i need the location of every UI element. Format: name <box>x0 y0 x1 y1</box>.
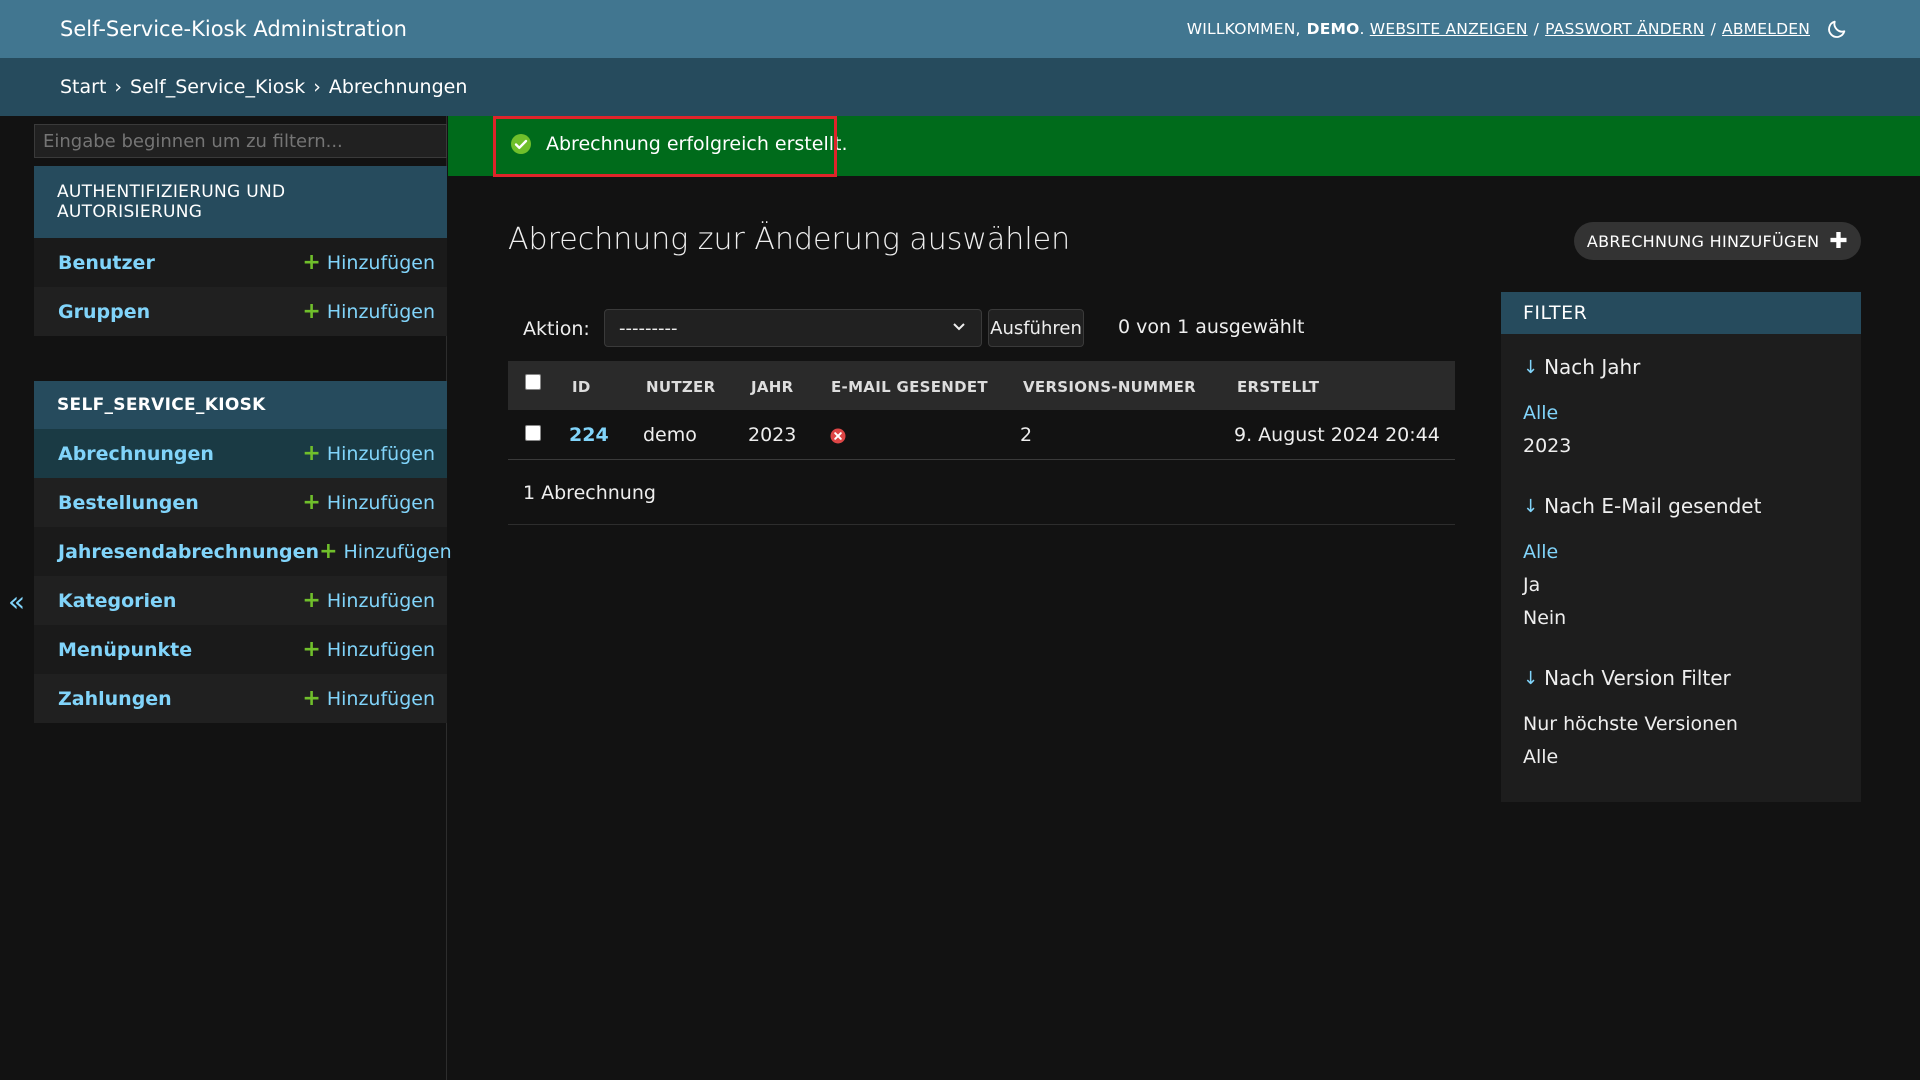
filter-choice-jahr-alle[interactable]: Alle <box>1523 402 1558 424</box>
sidebar-item-gruppen: Gruppen + Hinzufügen <box>34 287 447 336</box>
row-id-link[interactable]: 224 <box>569 424 609 446</box>
sidebar-item-abrechnungen: Abrechnungen + Hinzufügen <box>34 429 447 478</box>
module-caption-kiosk[interactable]: SELF_SERVICE_KIOSK <box>34 381 447 429</box>
column-header-jahr[interactable]: JAHR <box>751 378 794 396</box>
welcome-text: Willkommen, <box>1186 20 1301 38</box>
filter-title: FILTER <box>1501 292 1861 334</box>
sidebar-item-menuepunkte: Menüpunkte + Hinzufügen <box>34 625 447 674</box>
sidebar-filter-input[interactable] <box>34 124 447 158</box>
column-header-version[interactable]: VERSIONS-NUMMER <box>1023 378 1196 396</box>
select-all-checkbox[interactable] <box>525 374 541 390</box>
plus-icon: + <box>302 685 321 711</box>
sidebar-item-label[interactable]: Kategorien <box>58 590 176 612</box>
action-bar: Aktion: --------- Ausführen 0 von 1 ausg… <box>508 290 1455 360</box>
action-select[interactable]: --------- <box>604 309 982 347</box>
row-checkbox[interactable] <box>525 425 541 441</box>
message-highlight-box <box>493 116 837 177</box>
breadcrumb-app[interactable]: Self_Service_Kiosk <box>130 76 305 98</box>
plus-icon: + <box>302 298 321 324</box>
arrow-down-icon: ↓ <box>1523 495 1539 517</box>
sidebar-item-benutzer: Benutzer + Hinzufügen <box>34 238 447 287</box>
arrow-down-icon: ↓ <box>1523 356 1539 378</box>
sidebar-collapse-icon[interactable]: « <box>8 585 25 618</box>
breadcrumb-separator: › <box>114 76 123 98</box>
plus-icon: + <box>302 587 321 613</box>
sidebar-item-label[interactable]: Bestellungen <box>58 492 199 514</box>
sidebar-add-link[interactable]: + Hinzufügen <box>302 685 435 711</box>
sidebar-add-link[interactable]: + Hinzufügen <box>302 489 435 515</box>
plus-icon: ✚ <box>1829 228 1849 254</box>
sidebar-item-zahlungen: Zahlungen + Hinzufügen <box>34 674 447 723</box>
moon-icon[interactable] <box>1826 18 1848 40</box>
row-jahr: 2023 <box>748 424 797 446</box>
filter-choice-version-alle[interactable]: Alle <box>1523 746 1558 768</box>
sidebar-item-kategorien: Kategorien + Hinzufügen <box>34 576 447 625</box>
filter-heading-jahr[interactable]: ↓ Nach Jahr <box>1523 355 1640 379</box>
sidebar: AUTHENTIFIZIERUNG UND AUTORISIERUNG Benu… <box>34 116 452 1080</box>
chevron-down-icon <box>951 318 967 339</box>
filter-choice-jahr-2023[interactable]: 2023 <box>1523 435 1571 457</box>
row-version: 2 <box>1020 424 1033 446</box>
sidebar-item-bestellungen: Bestellungen + Hinzufügen <box>34 478 447 527</box>
action-label: Aktion: <box>523 318 590 340</box>
selection-counter: 0 von 1 ausgewählt <box>1118 316 1305 338</box>
separator: / <box>1533 20 1540 38</box>
paginator: 1 Abrechnung <box>508 470 1455 525</box>
sidebar-item-jahresendabrechnungen: Jahresendabrechnungen + Hinzufügen <box>34 527 452 576</box>
sidebar-item-label[interactable]: Gruppen <box>58 301 150 323</box>
plus-icon: + <box>302 489 321 515</box>
table-row: 224 demo 2023 2 9. August 2024 20:44 <box>508 410 1455 460</box>
header: Self-Service-Kiosk Administration Willko… <box>0 0 1920 58</box>
user-tools: Willkommen, demo. Website anzeigen / Pas… <box>1187 18 1848 40</box>
change-password-link[interactable]: Passwort ändern <box>1545 20 1705 38</box>
action-select-value: --------- <box>619 317 678 339</box>
logout-link[interactable]: Abmelden <box>1722 20 1810 38</box>
filter-choice-email-ja[interactable]: Ja <box>1523 574 1540 596</box>
filter-choice-email-alle[interactable]: Alle <box>1523 541 1558 563</box>
breadcrumb-separator: › <box>313 76 321 98</box>
sidebar-item-label[interactable]: Zahlungen <box>58 688 172 710</box>
site-branding[interactable]: Self-Service-Kiosk Administration <box>60 17 407 41</box>
breadcrumb-home[interactable]: Start <box>60 76 106 98</box>
sidebar-item-label[interactable]: Menüpunkte <box>58 639 192 661</box>
sidebar-add-link[interactable]: + Hinzufügen <box>302 249 435 275</box>
view-site-link[interactable]: Website anzeigen <box>1370 20 1528 38</box>
filter-heading-version[interactable]: ↓ Nach Version Filter <box>1523 666 1731 690</box>
x-circle-icon <box>830 427 846 449</box>
filter-heading-email[interactable]: ↓ Nach E-Mail gesendet <box>1523 494 1761 518</box>
username: demo <box>1306 20 1360 38</box>
table-header-row: ID NUTZER JAHR E-MAIL GESENDET VERSIONS-… <box>508 361 1455 410</box>
sidebar-add-link[interactable]: + Hinzufügen <box>302 298 435 324</box>
filter-choice-version-hoechste[interactable]: Nur höchste Versionen <box>1523 713 1738 735</box>
column-header-email[interactable]: E-MAIL GESENDET <box>831 378 988 396</box>
filter-choice-email-nein[interactable]: Nein <box>1523 607 1566 629</box>
breadcrumb: Start › Self_Service_Kiosk › Abrechnunge… <box>0 58 1920 116</box>
plus-icon: + <box>302 440 321 466</box>
sidebar-item-label[interactable]: Benutzer <box>58 252 155 274</box>
plus-icon: + <box>302 636 321 662</box>
arrow-down-icon: ↓ <box>1523 667 1539 689</box>
module-caption-auth[interactable]: AUTHENTIFIZIERUNG UND AUTORISIERUNG <box>34 166 447 238</box>
row-nutzer: demo <box>643 424 697 446</box>
plus-icon: + <box>302 249 321 275</box>
add-abrechnung-button[interactable]: Abrechnung hinzufügen ✚ <box>1574 222 1861 260</box>
sidebar-add-link[interactable]: + Hinzufügen <box>319 538 452 564</box>
filter-panel: FILTER ↓ Nach Jahr Alle 2023 ↓ Nach E-Ma… <box>1501 292 1861 802</box>
sidebar-item-label[interactable]: Abrechnungen <box>58 443 214 465</box>
page-title: Abrechnung zur Änderung auswählen <box>508 222 1071 257</box>
sidebar-add-link[interactable]: + Hinzufügen <box>302 440 435 466</box>
column-header-id[interactable]: ID <box>572 378 591 396</box>
sidebar-add-link[interactable]: + Hinzufügen <box>302 636 435 662</box>
column-header-nutzer[interactable]: NUTZER <box>646 378 715 396</box>
plus-icon: + <box>319 538 338 564</box>
separator: / <box>1710 20 1717 38</box>
add-button-label: Abrechnung hinzufügen <box>1586 231 1820 251</box>
run-action-button[interactable]: Ausführen <box>988 309 1084 347</box>
sidebar-add-link[interactable]: + Hinzufügen <box>302 587 435 613</box>
column-header-erstellt[interactable]: ERSTELLT <box>1237 378 1319 396</box>
sidebar-item-label[interactable]: Jahresendabrechnungen <box>58 541 319 563</box>
breadcrumb-current: Abrechnungen <box>328 76 468 98</box>
row-erstellt: 9. August 2024 20:44 <box>1234 424 1440 446</box>
